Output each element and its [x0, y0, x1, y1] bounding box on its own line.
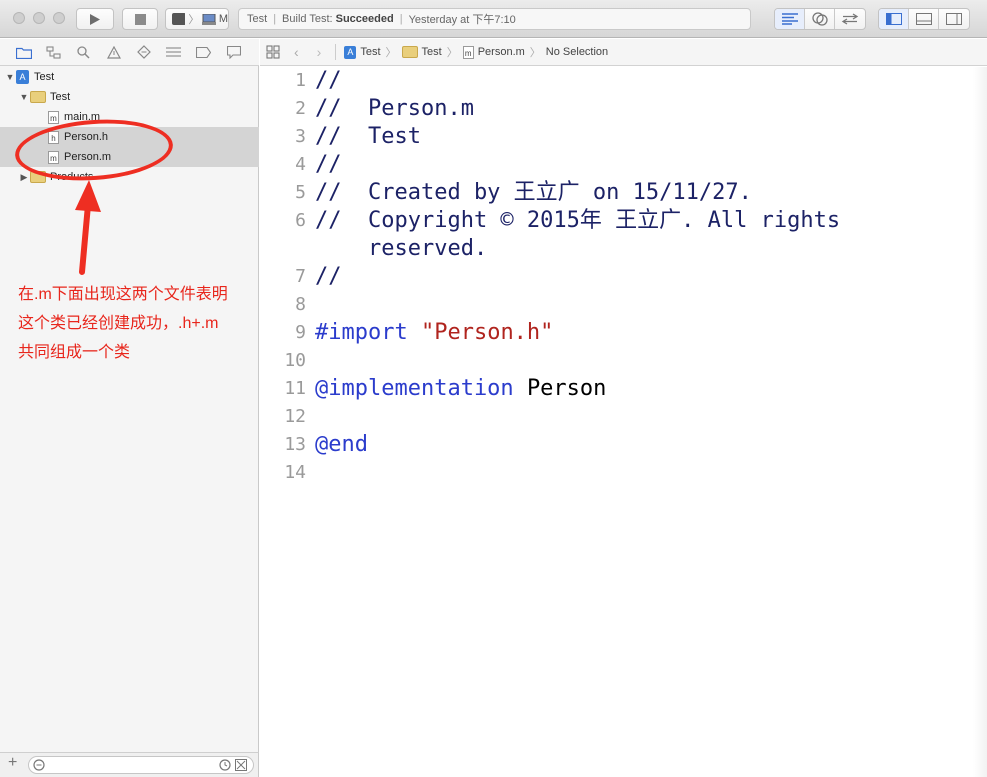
annotation-line: 这个类已经创建成功，.h+.m: [18, 315, 219, 332]
annotation-line: 共同组成一个类: [18, 344, 131, 361]
annotation-arrow-icon: [75, 180, 101, 275]
annotation-line: 在.m下面出现这两个文件表明: [18, 286, 228, 303]
annotation-note: 在.m下面出现这两个文件表明 这个类已经创建成功，.h+.m 共同组成一个类: [18, 280, 258, 367]
